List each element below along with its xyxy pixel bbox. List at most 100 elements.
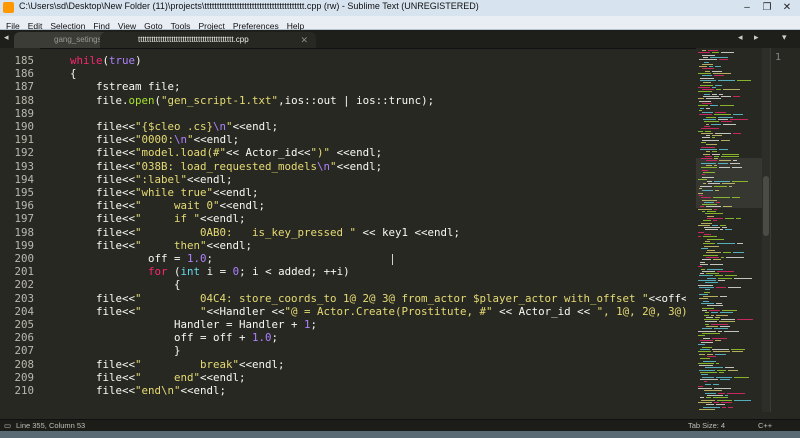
minimap-line	[714, 158, 718, 160]
minimap-line	[723, 206, 732, 208]
minimap-line	[718, 162, 728, 164]
minimap-line	[717, 369, 726, 371]
minimap-line	[721, 257, 724, 258]
code-line: file<<"while true"<<endl;	[44, 186, 259, 199]
close-tab-icon[interactable]: ✕	[300, 32, 308, 48]
minimap-line	[706, 273, 719, 275]
code-line: fstream file;	[44, 80, 181, 94]
minimap-line	[718, 79, 735, 81]
line-number: 193	[14, 159, 34, 173]
minimap-line	[722, 309, 737, 311]
minimap-line	[714, 208, 717, 210]
close-button[interactable]: ✕	[778, 1, 796, 14]
minimap-line	[736, 217, 741, 219]
minimap-line	[698, 98, 704, 100]
minimap-line	[704, 234, 711, 235]
minimap-line	[702, 50, 706, 51]
minimap-line	[699, 59, 717, 61]
minimap-line	[718, 280, 725, 281]
minimize-button[interactable]: –	[738, 1, 756, 14]
minimap-line	[707, 353, 713, 355]
minimap-line	[700, 273, 704, 275]
minimap-line	[706, 123, 709, 125]
minimap[interactable]	[696, 48, 762, 412]
minimap-line	[716, 89, 721, 91]
minimap-line	[713, 73, 731, 74]
minimap-line	[702, 169, 708, 171]
minimap-line	[698, 385, 703, 387]
minimap-line	[719, 148, 728, 150]
minimap-line	[702, 346, 712, 348]
tab-scroll-left-icon[interactable]: ◂	[4, 32, 9, 43]
minimap-line	[702, 328, 712, 330]
tab-cpp-file[interactable]: tttttttttttttttttttttttttttttttttttttttt…	[100, 32, 316, 48]
minimap-line	[707, 250, 715, 252]
minimap-line	[711, 314, 714, 316]
minimap-line	[709, 66, 713, 68]
minimap-line	[699, 369, 715, 371]
minimap-line	[719, 321, 735, 323]
minimap-line	[700, 84, 713, 86]
minimap-line	[706, 252, 721, 254]
minimap-line	[710, 105, 718, 107]
minimap-line	[707, 215, 714, 217]
minimap-line	[727, 392, 745, 394]
minimap-line	[707, 217, 723, 219]
minimap-line	[733, 160, 737, 162]
minimap-line	[706, 206, 721, 208]
minimap-line	[734, 376, 749, 378]
minimap-line	[704, 61, 709, 63]
minimap-line	[706, 316, 713, 318]
minimap-line	[722, 406, 726, 408]
minimap-line	[702, 211, 705, 212]
minimap-line	[717, 270, 734, 272]
tab-scroll-left-icon[interactable]: ◂	[738, 32, 743, 43]
minimap-line	[706, 116, 716, 118]
minimap-line	[715, 316, 720, 318]
minimap-line	[713, 197, 730, 199]
minimap-line	[712, 153, 720, 155]
minimap-line	[706, 257, 719, 258]
tab-size[interactable]: Tab Size: 4	[688, 421, 725, 430]
minimap-line	[704, 314, 709, 316]
minimap-line	[704, 93, 710, 95]
split-pane[interactable]: 1	[770, 48, 800, 412]
minimap-line	[721, 52, 734, 54]
minimap-line	[714, 401, 719, 403]
syntax-mode[interactable]: C++	[758, 421, 772, 430]
line-number: 207	[14, 344, 34, 358]
minimap-line	[716, 376, 732, 378]
window-title: C:\Users\sd\Desktop\New Folder (11)\proj…	[19, 1, 479, 11]
minimap-line	[703, 300, 709, 302]
minimap-line	[715, 190, 719, 192]
minimap-line	[703, 82, 711, 84]
vertical-scrollbar[interactable]	[762, 48, 770, 412]
minimap-line	[706, 151, 710, 153]
maximize-button[interactable]: ❐	[758, 1, 776, 14]
minimap-line	[719, 167, 730, 169]
minimap-line	[698, 130, 703, 132]
pane-menu-chevron-icon[interactable]: ▾	[782, 32, 787, 43]
line-number: 202	[14, 278, 34, 292]
code-editor[interactable]: while(true) { fstream file; file.open("g…	[40, 48, 686, 412]
panel-toggle-icon[interactable]: ▭	[4, 421, 11, 430]
code-line: file.open("gen_script-1.txt",ios::out | …	[44, 93, 435, 107]
minimap-line	[700, 77, 714, 79]
title-bar: C:\Users\sd\Desktop\New Folder (11)\proj…	[0, 0, 800, 17]
minimap-line	[712, 151, 717, 153]
minimap-line	[703, 236, 717, 238]
minimap-line	[703, 171, 715, 173]
minimap-line	[734, 399, 751, 401]
minimap-line	[701, 197, 711, 199]
minimap-line	[704, 390, 722, 392]
minimap-line	[701, 268, 705, 270]
minimap-line	[702, 63, 713, 65]
minimap-line	[707, 211, 716, 212]
minimap-line	[715, 339, 721, 341]
tab-scroll-right-icon[interactable]: ▸	[754, 32, 759, 43]
minimap-line	[722, 153, 739, 155]
minimap-line	[698, 284, 713, 286]
minimap-line	[702, 176, 714, 178]
scrollbar-thumb[interactable]	[763, 176, 769, 236]
minimap-line	[718, 330, 722, 332]
